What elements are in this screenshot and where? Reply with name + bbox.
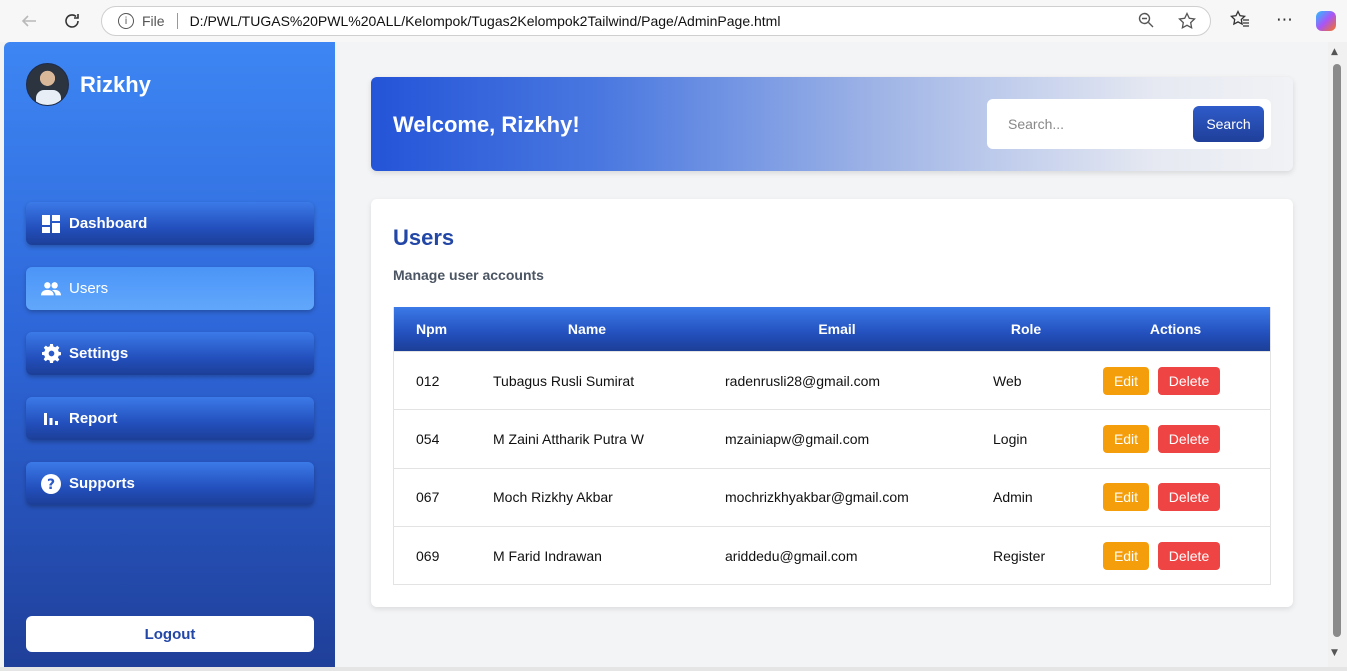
cell-name: M Zaini Attharik Putra W: [493, 430, 644, 447]
edit-button[interactable]: Edit: [1103, 366, 1149, 395]
delete-button[interactable]: Delete: [1158, 366, 1220, 395]
bar-chart-icon: [41, 409, 61, 429]
cell-npm: 012: [416, 372, 440, 389]
welcome-title: Welcome, Rizkhy!: [393, 112, 580, 137]
column-header-npm[interactable]: Npm: [394, 321, 471, 337]
page-viewport: Rizkhy Dashboard Users Settings Report ?…: [4, 42, 1328, 667]
back-icon[interactable]: [16, 8, 42, 34]
column-header-email[interactable]: Email: [703, 321, 971, 337]
cell-role: Web: [993, 372, 1022, 389]
cell-actions: Edit Delete: [1081, 366, 1270, 395]
welcome-banner: Welcome, Rizkhy! Search: [371, 77, 1293, 171]
sidebar-item-label: Supports: [69, 475, 135, 492]
page-title: Users: [393, 225, 455, 250]
column-header-role[interactable]: Role: [971, 321, 1081, 337]
users-card: Users Manage user accounts Npm Name Emai…: [371, 199, 1293, 607]
edit-button[interactable]: Edit: [1103, 483, 1149, 512]
url-text[interactable]: D:/PWL/TUGAS%20PWL%20ALL/Kelompok/Tugas2…: [190, 13, 781, 29]
cell-role: Register: [993, 547, 1046, 564]
table-row: 067 Moch Rizkhy Akbar mochrizkhyakbar@gm…: [394, 467, 1270, 526]
sidebar-item-dashboard[interactable]: Dashboard: [26, 202, 314, 245]
file-label: File: [142, 13, 165, 29]
users-icon: [41, 279, 61, 299]
scroll-up-icon[interactable]: ▲: [1331, 47, 1338, 57]
profile: Rizkhy: [26, 63, 151, 106]
gear-icon: [41, 344, 61, 364]
cell-npm: 067: [416, 489, 440, 506]
sidebar-item-label: Dashboard: [69, 215, 148, 232]
dashboard-icon: [41, 214, 61, 234]
users-table: Npm Name Email Role Actions 012 Tubagus …: [393, 307, 1271, 586]
help-icon: ?: [41, 473, 61, 494]
cell-email: radenrusli28@gmail.com: [725, 372, 881, 389]
favorites-icon[interactable]: [1229, 9, 1250, 33]
more-icon[interactable]: ⋯: [1276, 10, 1293, 30]
edit-button[interactable]: Edit: [1103, 424, 1149, 453]
cell-npm: 054: [416, 430, 440, 447]
cell-actions: Edit Delete: [1081, 424, 1270, 453]
cell-email: ariddedu@gmail.com: [725, 547, 858, 564]
copilot-icon[interactable]: [1316, 11, 1336, 31]
cell-npm: 069: [416, 547, 440, 564]
cell-name: Tubagus Rusli Sumirat: [493, 372, 635, 389]
refresh-icon[interactable]: [59, 8, 85, 34]
cell-role: Admin: [993, 489, 1033, 506]
sidebar-item-users[interactable]: Users: [26, 267, 314, 310]
cell-name: Moch Rizkhy Akbar: [493, 489, 613, 506]
scroll-thumb[interactable]: [1333, 64, 1341, 637]
avatar: [26, 63, 69, 106]
address-bar[interactable]: i File D:/PWL/TUGAS%20PWL%20ALL/Kelompok…: [101, 6, 1211, 36]
search-input[interactable]: [995, 106, 1185, 142]
search-box: Search: [987, 99, 1271, 149]
browser-toolbar: i File D:/PWL/TUGAS%20PWL%20ALL/Kelompok…: [0, 0, 1347, 42]
search-button[interactable]: Search: [1193, 106, 1264, 142]
table-header: Npm Name Email Role Actions: [394, 307, 1270, 351]
table-row: 012 Tubagus Rusli Sumirat radenrusli28@g…: [394, 351, 1270, 409]
logout-button[interactable]: Logout: [26, 616, 314, 652]
cell-actions: Edit Delete: [1081, 483, 1270, 512]
column-header-name[interactable]: Name: [471, 321, 703, 337]
page-subtitle: Manage user accounts: [393, 267, 544, 283]
table-row: 054 M Zaini Attharik Putra W mzainiapw@g…: [394, 409, 1270, 467]
cell-actions: Edit Delete: [1081, 541, 1270, 570]
delete-button[interactable]: Delete: [1158, 541, 1220, 570]
window-bottom-edge: [0, 667, 1347, 671]
cell-name: M Farid Indrawan: [493, 547, 602, 564]
sidebar-item-supports[interactable]: ? Supports: [26, 462, 314, 505]
page-scrollbar[interactable]: ▲ ▼: [1328, 42, 1347, 667]
delete-button[interactable]: Delete: [1158, 483, 1220, 512]
sidebar: Rizkhy Dashboard Users Settings Report ?…: [4, 42, 335, 667]
delete-button[interactable]: Delete: [1158, 424, 1220, 453]
sidebar-item-report[interactable]: Report: [26, 397, 314, 440]
zoom-out-icon[interactable]: [1138, 12, 1154, 32]
column-header-actions: Actions: [1149, 321, 1202, 337]
cell-role: Login: [993, 430, 1028, 447]
star-icon[interactable]: [1178, 11, 1196, 34]
scroll-down-icon[interactable]: ▼: [1331, 648, 1338, 658]
sidebar-item-settings[interactable]: Settings: [26, 332, 314, 375]
sidebar-item-label: Users: [69, 280, 109, 297]
info-icon[interactable]: i: [118, 13, 134, 29]
sidebar-item-label: Settings: [69, 345, 129, 362]
cell-email: mochrizkhyakbar@gmail.com: [725, 489, 909, 506]
sidebar-item-label: Report: [69, 410, 118, 427]
edit-button[interactable]: Edit: [1103, 541, 1149, 570]
table-row: 069 M Farid Indrawan ariddedu@gmail.com …: [394, 525, 1270, 584]
profile-name: Rizkhy: [80, 71, 151, 97]
cell-email: mzainiapw@gmail.com: [725, 430, 870, 447]
svg-text:?: ?: [47, 477, 55, 493]
address-separator: [176, 13, 178, 29]
